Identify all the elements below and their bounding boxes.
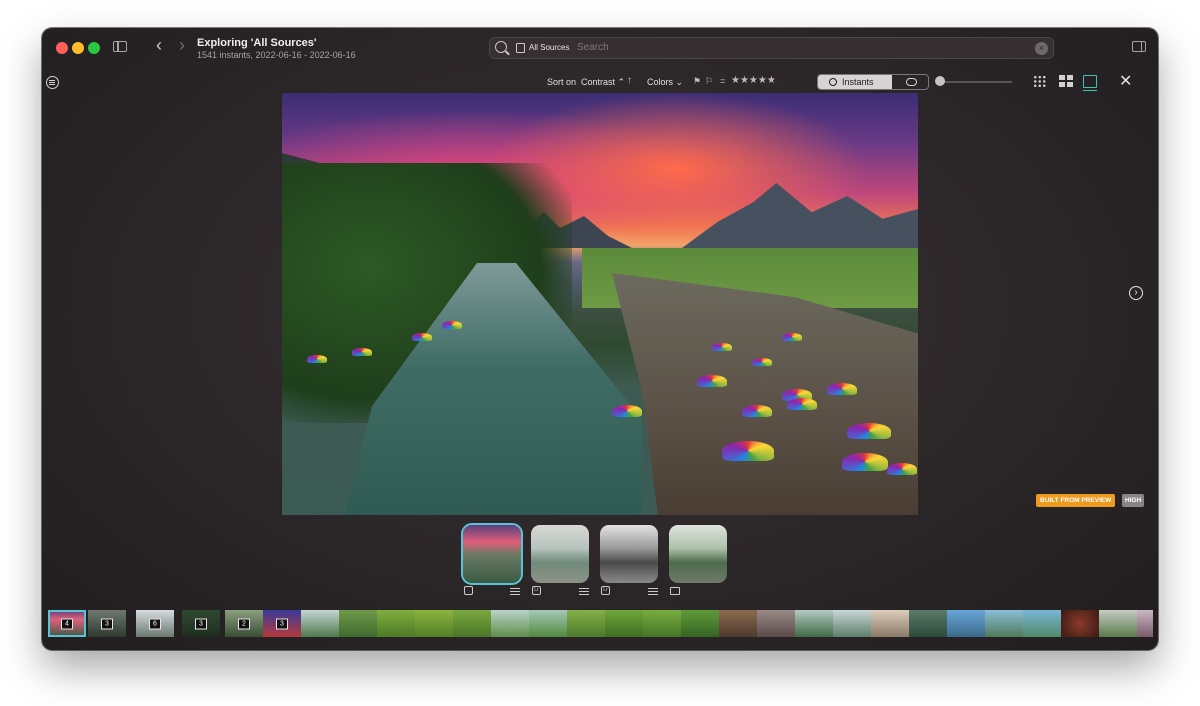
stack-count-badge: 3 — [276, 618, 288, 629]
filmstrip-item[interactable] — [453, 610, 491, 637]
filmstrip-item[interactable] — [491, 610, 529, 637]
filmstrip-item[interactable]: 3 — [182, 610, 220, 637]
filmstrip-item[interactable] — [985, 610, 1023, 637]
filmstrip-item[interactable]: 3 — [263, 610, 301, 637]
filmstrip-item[interactable] — [947, 610, 985, 637]
filmstrip-item[interactable] — [1023, 610, 1061, 637]
version-thumbnail-lr-2[interactable] — [600, 525, 658, 583]
lightroom-icon: Lr — [532, 586, 541, 595]
version-thumbnail-lr-1[interactable] — [531, 525, 589, 583]
version-thumbnail-original[interactable] — [461, 523, 523, 585]
instants-mode-button[interactable]: Instants — [818, 75, 892, 89]
filmstrip-item[interactable] — [795, 610, 833, 637]
reject-flag-icon[interactable]: ⚐ — [705, 76, 713, 87]
filmstrip-item[interactable] — [643, 610, 681, 637]
colors-filter[interactable]: Colors ⌄ — [647, 77, 683, 88]
large-grid-view-icon[interactable] — [1059, 75, 1073, 88]
minimize-window-button[interactable] — [72, 42, 84, 54]
filmstrip-item[interactable] — [681, 610, 719, 637]
filmstrip: 4 3 6 3 2 3 — [42, 608, 1158, 640]
filmstrip-item[interactable]: 2 — [225, 610, 263, 637]
sidebar-toggle-icon[interactable] — [113, 41, 127, 52]
stack-count-badge: 4 — [61, 618, 73, 629]
inspector-toggle-icon[interactable] — [1132, 41, 1146, 52]
small-grid-view-icon[interactable] — [1033, 75, 1047, 88]
version-thumbnail-folder[interactable] — [669, 525, 727, 583]
zoom-slider-knob[interactable] — [935, 76, 945, 86]
folder-icon — [670, 587, 680, 595]
rating-stars[interactable]: ★★★★★ — [731, 75, 776, 86]
lightroom-icon: Lr — [601, 586, 610, 595]
window-title: Exploring 'All Sources' — [197, 37, 317, 49]
adjustments-icon[interactable] — [579, 587, 589, 595]
search-scope[interactable]: All Sources — [529, 43, 569, 52]
filmstrip-view-icon[interactable] — [1083, 75, 1097, 92]
close-window-button[interactable] — [56, 42, 68, 54]
filmstrip-item[interactable]: 3 — [88, 610, 126, 637]
filmstrip-item[interactable] — [301, 610, 339, 637]
filmstrip-item[interactable]: 6 — [136, 610, 174, 637]
adjustments-icon[interactable] — [510, 587, 520, 595]
sort-direction-icon[interactable]: ↑ — [627, 75, 632, 86]
clear-search-icon[interactable]: × — [1035, 42, 1048, 55]
built-from-preview-badge: BUILT FROM PREVIEW — [1036, 494, 1116, 507]
stack-count-badge: 6 — [149, 618, 161, 629]
stack-count-badge: 3 — [195, 618, 207, 629]
chevron-left-icon[interactable]: ‹ — [156, 36, 162, 54]
filmstrip-item[interactable] — [1137, 610, 1153, 637]
main-photo[interactable] — [282, 93, 918, 515]
stack-count-badge: 2 — [238, 618, 250, 629]
adjustments-icon[interactable] — [648, 587, 658, 595]
toolbar: Sort on Contrast ⌃ ↑ Colors ⌄ ⚑ ⚐ = ★★★★… — [42, 72, 1158, 92]
close-icon[interactable]: ✕ — [1119, 71, 1132, 91]
search-bar[interactable]: All Sources Search × — [489, 37, 1054, 59]
filmstrip-item[interactable] — [719, 610, 757, 637]
flag-icon[interactable]: ⚑ — [693, 76, 701, 87]
stack-count-badge: 3 — [101, 618, 113, 629]
filmstrip-item[interactable] — [377, 610, 415, 637]
chevron-right-icon[interactable]: › — [179, 36, 185, 54]
original-version-icon — [464, 586, 473, 595]
filmstrip-item[interactable] — [605, 610, 643, 637]
zoom-slider-track[interactable] — [940, 81, 1012, 83]
title-bar: ‹ › Exploring 'All Sources' 1541 instant… — [42, 28, 1158, 68]
filmstrip-item[interactable] — [909, 610, 947, 637]
search-input[interactable]: Search — [577, 42, 609, 53]
zoom-window-button[interactable] — [88, 42, 100, 54]
rating-operator[interactable]: = — [720, 76, 725, 86]
filmstrip-item[interactable] — [529, 610, 567, 637]
filmstrip-item[interactable] — [833, 610, 871, 637]
filmstrip-item[interactable] — [1061, 610, 1099, 637]
sort-field-select[interactable]: Contrast ⌃ — [581, 77, 625, 88]
filmstrip-item[interactable] — [567, 610, 605, 637]
filmstrip-item[interactable] — [415, 610, 453, 637]
filmstrip-item[interactable] — [871, 610, 909, 637]
filmstrip-item[interactable]: 4 — [48, 610, 86, 637]
mode-segmented-control[interactable]: Instants — [817, 74, 929, 90]
filmstrip-item[interactable] — [339, 610, 377, 637]
sort-label: Sort on — [547, 77, 577, 87]
window-subtitle: 1541 instants, 2022-06-16 - 2022-06-16 — [197, 50, 356, 60]
archive-icon[interactable] — [516, 43, 525, 53]
filmstrip-item[interactable] — [1099, 610, 1137, 637]
search-icon — [495, 41, 507, 53]
filmstrip-item[interactable] — [757, 610, 795, 637]
quality-badge: HIGH — [1122, 494, 1145, 507]
chevron-circle-right-icon[interactable]: › — [1129, 286, 1143, 300]
pairs-mode-icon[interactable] — [892, 75, 928, 89]
app-window: ‹ › Exploring 'All Sources' 1541 instant… — [42, 28, 1158, 650]
list-circle-icon[interactable] — [46, 76, 59, 89]
